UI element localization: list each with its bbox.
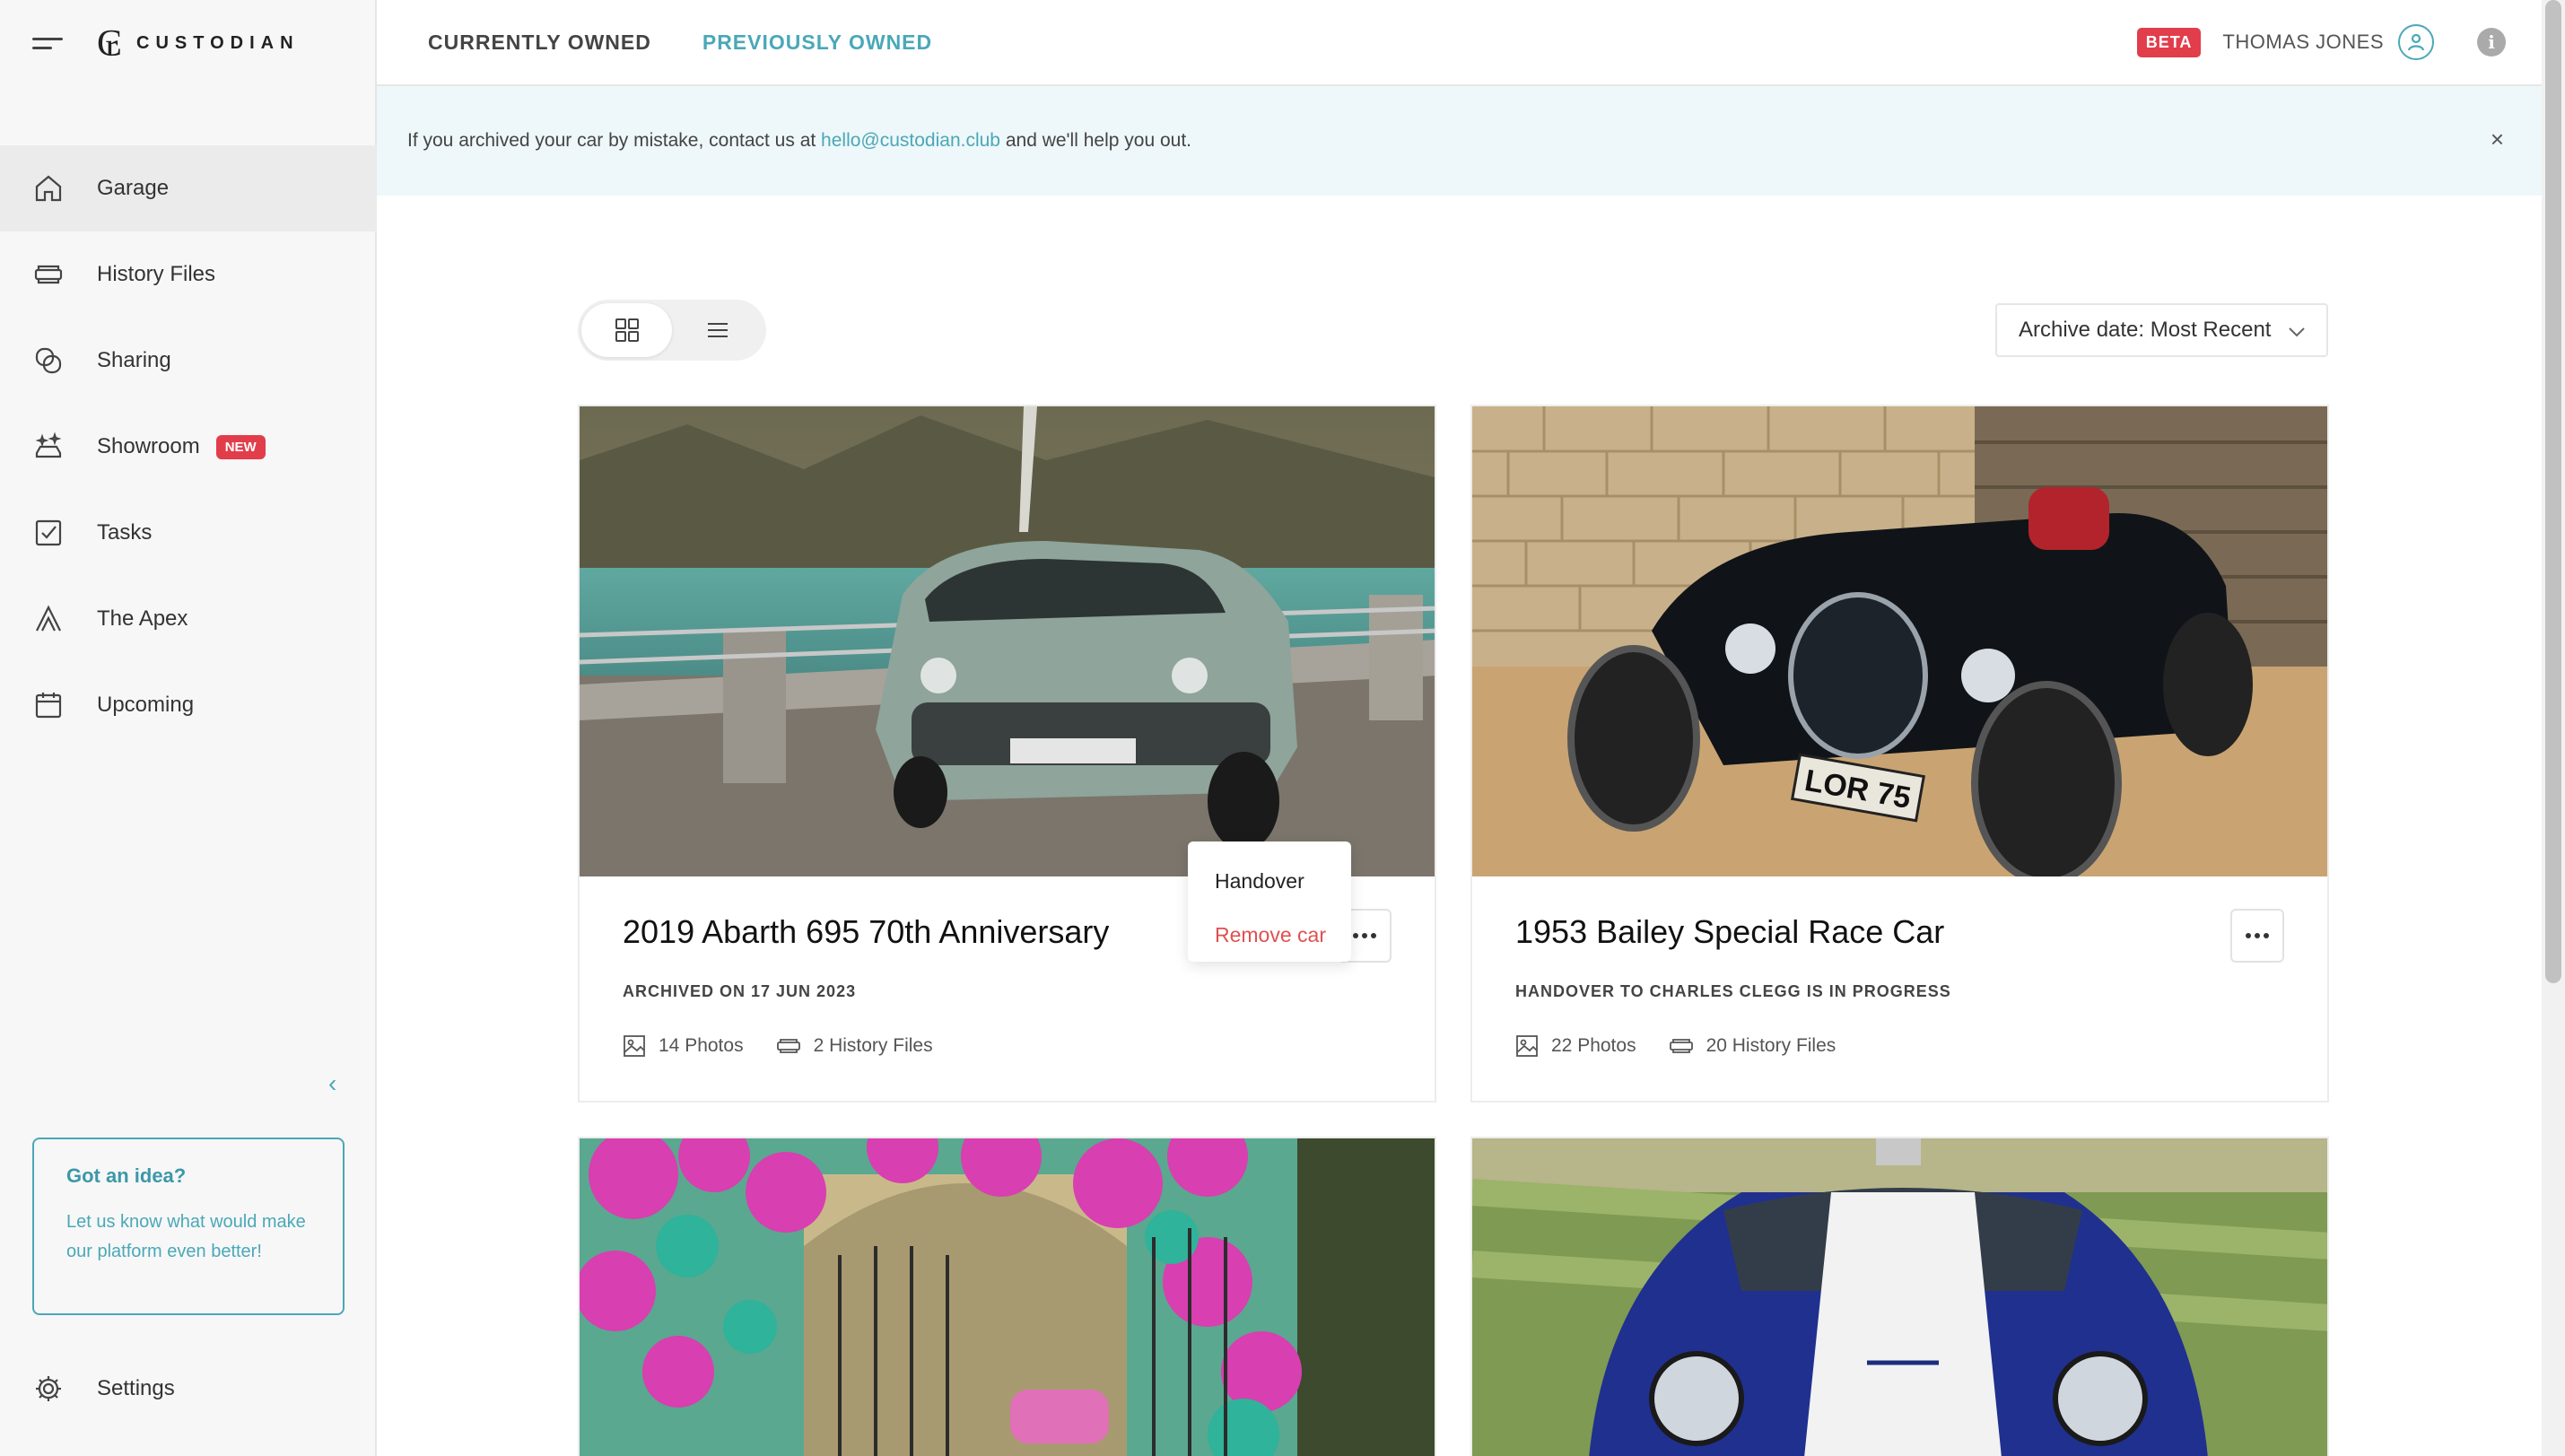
share-icon [32, 344, 65, 377]
photos-count-label: 14 Photos [659, 1035, 744, 1056]
sidebar-item-sharing[interactable]: Sharing [0, 318, 377, 404]
files-icon [776, 1039, 800, 1053]
scrollbar-thumb[interactable] [2545, 0, 2561, 983]
tab-previously-owned[interactable]: PREVIOUSLY OWNED [702, 31, 932, 55]
sidebar-item-label: Tasks [97, 520, 153, 545]
sort-select-value: Archive date: Most Recent [2019, 318, 2272, 342]
settings-label: Settings [97, 1376, 175, 1400]
car-title[interactable]: 2019 Abarth 695 70th Anniversary [623, 913, 1109, 951]
sidebar-header: ₢ CUSTODIAN [0, 0, 375, 86]
sidebar-item-label: Showroom [97, 434, 200, 458]
car-photo[interactable] [580, 406, 1435, 876]
calendar-icon [32, 689, 65, 721]
grid-icon [615, 318, 639, 342]
sort-select[interactable]: Archive date: Most Recent [1995, 303, 2328, 357]
gear-icon [32, 1373, 65, 1405]
sidebar: ₢ CUSTODIAN Garage History Files Sharing [0, 0, 377, 1456]
grid-view-button[interactable] [581, 303, 672, 357]
tasks-icon [32, 517, 65, 549]
sidebar-item-label: Sharing [97, 348, 171, 372]
car-meta: 14 Photos 2 History Files [623, 1034, 965, 1058]
menu-item-remove-car[interactable]: Remove car [1188, 908, 1351, 962]
banner-suffix: and we'll help you out. [1000, 130, 1191, 151]
car-options-menu: Handover Remove car [1188, 841, 1351, 962]
sidebar-item-label: History Files [97, 262, 216, 286]
sidebar-nav: Garage History Files Sharing Showroom NE… [0, 145, 377, 748]
sidebar-item-label: Garage [97, 176, 170, 200]
chevron-down-icon [2289, 327, 2305, 337]
banner-text: If you archived your car by mistake, con… [407, 130, 1191, 152]
menu-toggle-icon[interactable] [32, 31, 65, 56]
logo-icon: ₢ [97, 21, 123, 65]
history-files-label: 2 History Files [813, 1035, 933, 1056]
menu-item-handover[interactable]: Handover [1188, 854, 1351, 908]
topbar-right: BETA THOMAS JONES i [2136, 0, 2506, 84]
files-icon [1669, 1039, 1693, 1053]
info-icon[interactable]: i [2477, 28, 2506, 57]
car-photo[interactable] [580, 1138, 1435, 1456]
history-files-count: 20 History Files [1669, 1034, 1837, 1058]
car-photo[interactable]: LOR 75 [1472, 406, 2327, 876]
showroom-icon [32, 431, 65, 463]
beta-badge: BETA [2136, 27, 2202, 57]
archive-info-banner: If you archived your car by mistake, con… [377, 86, 2542, 196]
sidebar-item-tasks[interactable]: Tasks [0, 490, 377, 576]
sidebar-item-showroom[interactable]: Showroom NEW [0, 404, 377, 490]
idea-box[interactable]: Got an idea? Let us know what would make… [32, 1138, 345, 1315]
sidebar-item-history-files[interactable]: History Files [0, 231, 377, 318]
car-title[interactable]: 1953 Bailey Special Race Car [1515, 913, 1944, 951]
history-files-label: 20 History Files [1706, 1035, 1837, 1056]
more-options-button[interactable] [2230, 909, 2284, 963]
sidebar-item-label: The Apex [97, 606, 188, 631]
close-icon[interactable]: × [2491, 127, 2504, 151]
photos-count: 22 Photos [1515, 1034, 1636, 1058]
view-toggle [578, 300, 766, 361]
list-view-button[interactable] [672, 303, 763, 357]
files-icon [32, 258, 65, 291]
list-icon [707, 323, 728, 337]
image-icon [1516, 1035, 1538, 1057]
photos-count-label: 22 Photos [1551, 1035, 1636, 1056]
brand-name: CUSTODIAN [136, 32, 300, 53]
car-card[interactable] [578, 1137, 1436, 1456]
topbar: CURRENTLY OWNED PREVIOUSLY OWNED BETA TH… [377, 0, 2542, 86]
tab-currently-owned[interactable]: CURRENTLY OWNED [428, 31, 651, 55]
car-card[interactable] [1470, 1137, 2329, 1456]
sidebar-item-label: Upcoming [97, 693, 195, 717]
new-badge: NEW [215, 434, 266, 459]
page-scrollbar[interactable] [2542, 0, 2565, 1456]
sidebar-item-upcoming[interactable]: Upcoming [0, 662, 377, 748]
avatar-icon[interactable] [2398, 24, 2434, 60]
car-status: ARCHIVED ON 17 JUN 2023 [623, 982, 857, 1000]
car-photo[interactable] [1472, 1138, 2327, 1456]
idea-title: Got an idea? [66, 1164, 187, 1187]
sidebar-item-the-apex[interactable]: The Apex [0, 576, 377, 662]
sidebar-item-settings[interactable]: Settings [32, 1346, 175, 1432]
car-card[interactable]: 2019 Abarth 695 70th Anniversary ARCHIVE… [578, 405, 1436, 1103]
collapse-sidebar-icon[interactable]: ‹ [328, 1071, 350, 1096]
car-card[interactable]: LOR 75 1953 Bailey Special Race Car HAND… [1470, 405, 2329, 1103]
user-name[interactable]: THOMAS JONES [2222, 31, 2384, 54]
sidebar-item-garage[interactable]: Garage [0, 145, 377, 231]
banner-prefix: If you archived your car by mistake, con… [407, 130, 822, 151]
idea-text: Let us know what would make our platform… [66, 1212, 306, 1261]
car-status: HANDOVER TO CHARLES CLEGG IS IN PROGRESS [1515, 982, 1951, 1000]
image-icon [624, 1035, 645, 1057]
home-icon [32, 172, 65, 205]
apex-icon [32, 603, 65, 635]
photos-count: 14 Photos [623, 1034, 744, 1058]
history-files-count: 2 History Files [776, 1034, 933, 1058]
banner-email-link[interactable]: hello@custodian.club [821, 130, 1000, 151]
car-meta: 22 Photos 20 History Files [1515, 1034, 1868, 1058]
